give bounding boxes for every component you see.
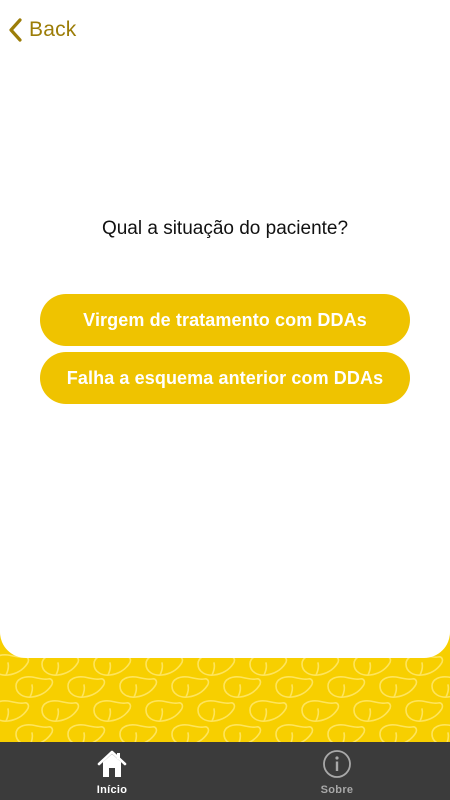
tab-inicio-label: Início bbox=[96, 784, 128, 796]
back-label: Back bbox=[29, 18, 77, 41]
tab-inicio[interactable]: Início bbox=[52, 742, 172, 800]
option-falha-button[interactable]: Falha a esquema anterior com DDAs bbox=[40, 352, 410, 404]
info-icon bbox=[323, 750, 351, 778]
question-text: Qual a situação do paciente? bbox=[101, 218, 349, 239]
content-card: Back Qual a situação do paciente? Virgem… bbox=[0, 0, 450, 658]
tab-sobre-label: Sobre bbox=[320, 784, 354, 796]
tab-sobre[interactable]: Sobre bbox=[277, 742, 397, 800]
option-virgem-button[interactable]: Virgem de tratamento com DDAs bbox=[40, 294, 410, 346]
back-button[interactable]: Back bbox=[6, 14, 77, 46]
home-icon bbox=[97, 750, 127, 777]
tab-bar: Início Sobre bbox=[0, 742, 450, 800]
chevron-left-icon bbox=[9, 18, 22, 42]
